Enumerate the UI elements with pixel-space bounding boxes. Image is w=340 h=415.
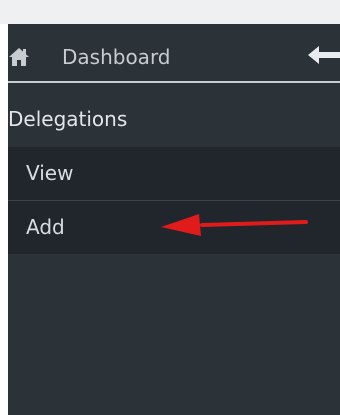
sidebar-item-label: View	[26, 161, 74, 185]
sidebar: Dashboard Delegations View Add	[8, 24, 340, 415]
dashboard-divider	[8, 81, 340, 83]
sidebar-item-view[interactable]: View	[8, 147, 340, 200]
arrow-left-icon[interactable]	[308, 44, 340, 70]
dashboard-label: Dashboard	[62, 45, 171, 69]
home-icon	[8, 47, 30, 71]
sidebar-dashboard-link[interactable]: Dashboard	[8, 24, 340, 81]
top-strip	[0, 0, 340, 24]
section-title-delegations: Delegations	[8, 107, 128, 131]
sidebar-item-add[interactable]: Add	[8, 201, 340, 254]
sidebar-item-label: Add	[26, 215, 65, 239]
